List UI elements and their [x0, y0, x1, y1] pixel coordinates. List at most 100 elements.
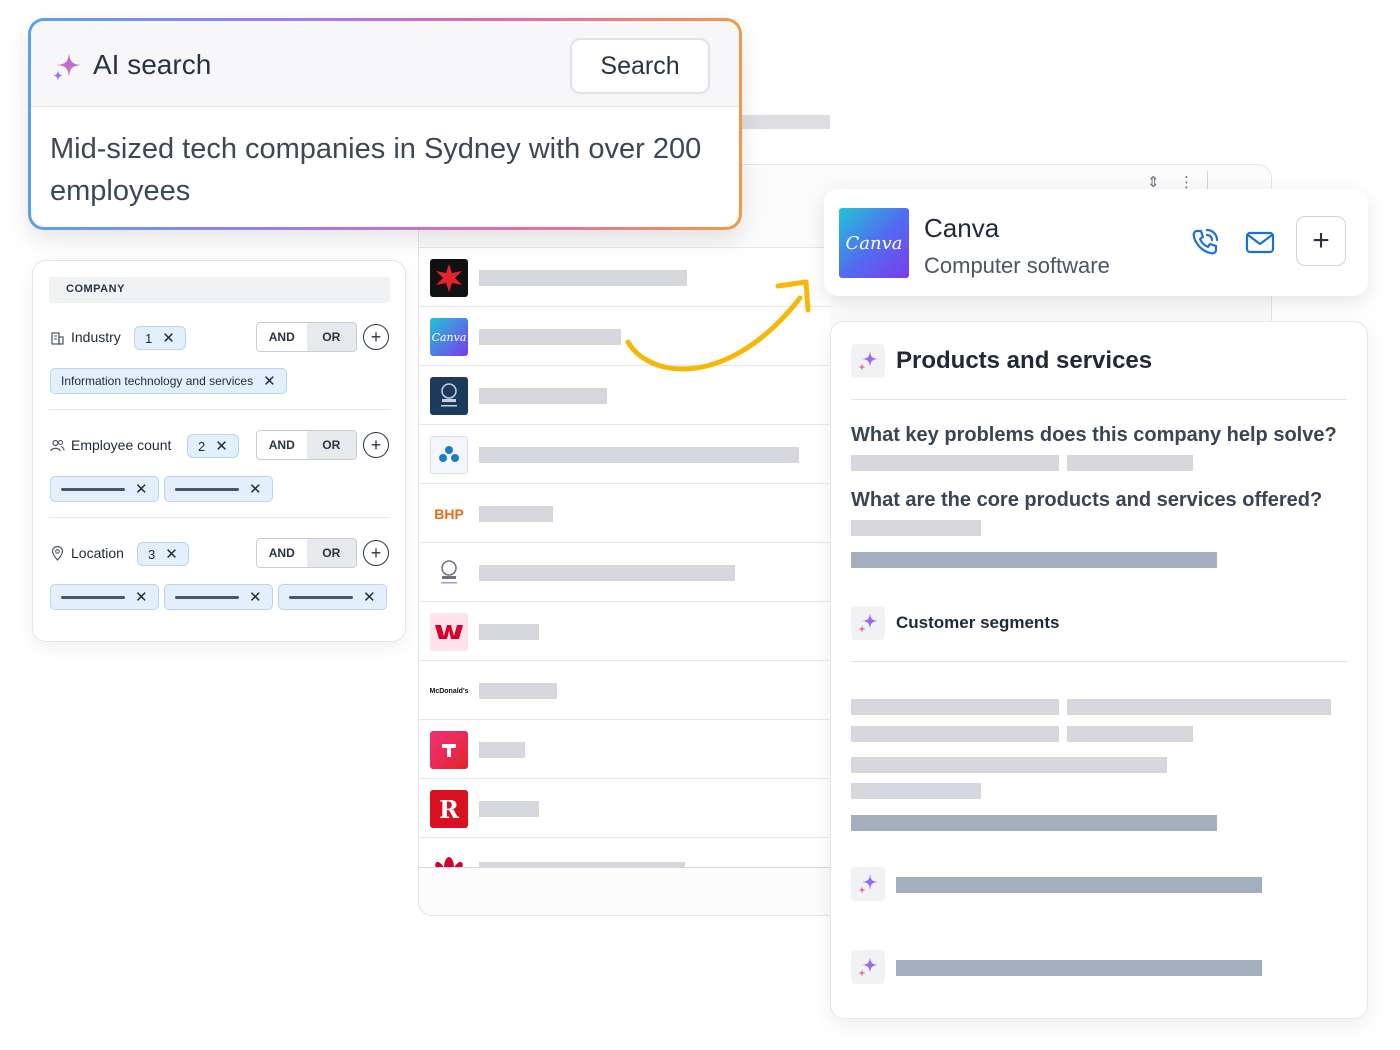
filter-count-badge-location[interactable]: 3 ✕ — [137, 542, 189, 566]
filter-label-text: Employee count — [71, 437, 172, 453]
ai-search-query-input[interactable]: Mid-sized tech companies in Sydney with … — [50, 128, 710, 212]
add-filter-button-employee-count[interactable]: + — [363, 432, 389, 458]
and-or-toggle-location[interactable]: AND OR — [256, 538, 357, 568]
filter-count: 1 — [145, 330, 153, 346]
company-logo-westpac — [430, 613, 468, 651]
sparkle-icon — [851, 867, 885, 901]
or-option[interactable]: OR — [306, 539, 356, 567]
filter-divider — [49, 409, 390, 410]
list-item[interactable] — [419, 720, 831, 779]
answer-placeholder — [851, 699, 1059, 715]
chip-placeholder — [289, 595, 353, 599]
filter-count-badge-industry[interactable]: 1 ✕ — [134, 326, 186, 350]
company-card[interactable]: Canva Canva Computer software + — [824, 189, 1368, 296]
close-icon[interactable]: ✕ — [215, 439, 228, 454]
question-problems: What key problems does this company help… — [851, 424, 1337, 446]
filter-chip-employee-count[interactable]: ✕ — [50, 476, 159, 502]
close-icon[interactable]: ✕ — [162, 331, 175, 346]
and-or-toggle-industry[interactable]: AND OR — [256, 322, 357, 352]
section-title-customer-segments: Customer segments — [896, 613, 1060, 632]
company-name-placeholder — [479, 447, 799, 463]
filter-panel: COMPANY Industry 1 ✕ AND OR + Information… — [32, 260, 406, 642]
close-icon[interactable]: ✕ — [249, 590, 262, 605]
and-option[interactable]: AND — [257, 539, 307, 567]
and-option[interactable]: AND — [257, 323, 307, 351]
and-option[interactable]: AND — [257, 431, 307, 459]
sparkle-icon — [851, 950, 885, 984]
company-logo-redstar — [430, 259, 468, 297]
list-bottom-divider — [419, 867, 831, 868]
section-title-placeholder — [896, 960, 1262, 976]
chip-placeholder — [175, 595, 239, 599]
section-title-products: Products and services — [896, 347, 1153, 374]
list-item[interactable] — [419, 543, 831, 602]
chip-placeholder — [175, 487, 239, 491]
map-pin-icon — [51, 545, 64, 561]
answer-placeholder — [1067, 455, 1193, 471]
company-name-placeholder — [479, 506, 553, 522]
company-card-category: Computer software — [924, 253, 1110, 278]
close-icon[interactable]: ✕ — [135, 590, 148, 605]
filter-count-badge-employee-count[interactable]: 2 ✕ — [187, 434, 239, 458]
company-name-placeholder — [479, 742, 525, 758]
close-icon[interactable]: ✕ — [135, 482, 148, 497]
section-title-placeholder — [896, 877, 1262, 893]
filter-section-header: COMPANY — [49, 277, 390, 303]
company-logo-waratah — [430, 848, 468, 868]
list-item[interactable]: BHP — [419, 484, 831, 543]
company-logo-nab — [430, 436, 468, 474]
list-item[interactable] — [419, 425, 831, 484]
company-name-placeholder — [479, 329, 621, 345]
close-icon[interactable]: ✕ — [263, 374, 276, 389]
sparkle-icon — [851, 344, 885, 378]
filter-chip-location[interactable]: ✕ — [50, 584, 159, 610]
section-divider — [851, 399, 1347, 400]
search-button[interactable]: Search — [570, 38, 710, 94]
filter-label-employee-count: Employee count — [50, 437, 171, 453]
or-option[interactable]: OR — [306, 431, 356, 459]
or-option[interactable]: OR — [306, 323, 356, 351]
list-item[interactable] — [419, 602, 831, 661]
list-item[interactable]: R — [419, 779, 831, 838]
sparkle-icon — [851, 606, 885, 640]
company-name-placeholder — [479, 565, 735, 581]
and-or-toggle-employee-count[interactable]: AND OR — [256, 430, 357, 460]
add-filter-button-industry[interactable]: + — [363, 324, 389, 350]
answer-placeholder — [851, 783, 981, 799]
answer-placeholder — [851, 815, 1217, 831]
chip-label: Information technology and services — [61, 374, 254, 388]
filter-count: 3 — [148, 546, 156, 562]
envelope-icon[interactable] — [1243, 225, 1277, 259]
list-item[interactable]: McDonald's — [419, 661, 831, 720]
filter-chip-location[interactable]: ✕ — [278, 584, 387, 610]
filter-chip-location[interactable]: ✕ — [164, 584, 273, 610]
company-logo-crest — [430, 377, 468, 415]
question-products: What are the core products and services … — [851, 489, 1323, 511]
list-item[interactable] — [419, 838, 831, 868]
add-company-button[interactable]: + — [1296, 216, 1346, 266]
filter-count: 2 — [198, 438, 206, 454]
filter-chip-employee-count[interactable]: ✕ — [164, 476, 273, 502]
filter-label-text: Location — [71, 545, 124, 561]
company-name-placeholder — [479, 388, 607, 404]
close-icon[interactable]: ✕ — [363, 590, 376, 605]
company-logo-rest: R — [430, 790, 468, 828]
close-icon[interactable]: ✕ — [165, 547, 178, 562]
add-filter-button-location[interactable]: + — [363, 540, 389, 566]
ai-search-title: AI search — [93, 49, 212, 80]
ai-search-card: AI search Search Mid-sized tech companie… — [28, 18, 742, 230]
company-details-panel: Products and services What key problems … — [830, 321, 1368, 1019]
filter-divider — [49, 517, 390, 518]
plus-icon: + — [1312, 224, 1330, 257]
company-card-name: Canva — [924, 213, 1000, 243]
answer-placeholder — [1067, 699, 1331, 715]
answer-placeholder — [851, 520, 981, 536]
phone-icon[interactable] — [1188, 225, 1222, 259]
close-icon[interactable]: ✕ — [249, 482, 262, 497]
chip-placeholder — [61, 595, 125, 599]
company-name-placeholder — [479, 683, 557, 699]
answer-placeholder — [1067, 726, 1193, 742]
background-header-placeholder — [730, 115, 830, 129]
company-logo-canva: Canva — [430, 318, 468, 356]
filter-chip-industry[interactable]: Information technology and services ✕ — [50, 368, 287, 394]
